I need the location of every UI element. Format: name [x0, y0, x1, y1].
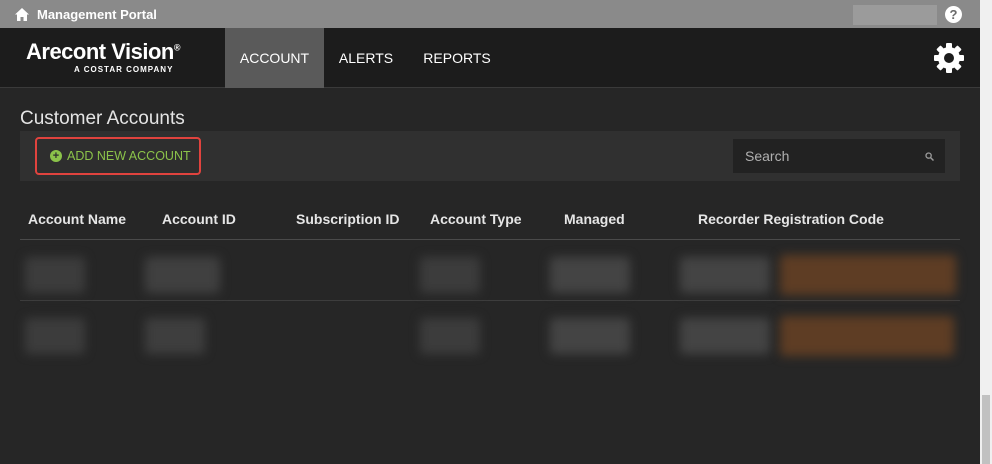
- logo-text: Arecont Vision®: [26, 39, 181, 64]
- add-new-account-label: ADD NEW ACCOUNT: [67, 149, 191, 163]
- redacted-registration-code: [780, 316, 954, 356]
- main-nav: Arecont Vision® A COSTAR COMPANY ACCOUNT…: [0, 28, 980, 88]
- col-account-type[interactable]: Account Type: [430, 211, 522, 227]
- user-name-redacted[interactable]: [853, 5, 937, 25]
- add-new-account-button[interactable]: + ADD NEW ACCOUNT: [35, 137, 201, 175]
- redacted-account-name: [25, 257, 85, 293]
- page-scrollbar[interactable]: [980, 0, 992, 464]
- portal-title: Management Portal: [37, 7, 157, 22]
- home-icon[interactable]: [15, 8, 29, 21]
- table-row[interactable]: [20, 241, 960, 301]
- col-managed[interactable]: Managed: [564, 211, 625, 227]
- redacted-account-id: [145, 257, 220, 293]
- redacted-account-name: [25, 318, 85, 354]
- col-recorder-registration-code[interactable]: Recorder Registration Code: [698, 211, 884, 227]
- search-icon[interactable]: [925, 152, 934, 161]
- redacted-managed: [550, 318, 630, 354]
- redacted-registration-code: [780, 255, 956, 295]
- redacted-code-start: [680, 257, 770, 293]
- page-title: Customer Accounts: [20, 108, 185, 129]
- redacted-account-type: [420, 257, 480, 293]
- search-input[interactable]: [733, 139, 945, 173]
- tab-reports[interactable]: REPORTS: [412, 28, 502, 88]
- gear-icon[interactable]: [933, 42, 965, 74]
- tab-account[interactable]: ACCOUNT: [225, 28, 324, 88]
- col-account-name[interactable]: Account Name: [28, 211, 126, 227]
- col-subscription-id[interactable]: Subscription ID: [296, 211, 399, 227]
- tab-alerts[interactable]: ALERTS: [330, 28, 402, 88]
- redacted-account-id: [145, 318, 205, 354]
- help-icon[interactable]: ?: [945, 6, 962, 23]
- table-header: Account Name Account ID Subscription ID …: [20, 200, 960, 240]
- plus-circle-icon: +: [50, 150, 62, 162]
- portal-bar: Management Portal ?: [0, 0, 980, 28]
- col-account-id[interactable]: Account ID: [162, 211, 236, 227]
- redacted-managed: [550, 257, 630, 293]
- brand-logo: Arecont Vision® A COSTAR COMPANY: [26, 39, 181, 74]
- redacted-account-type: [420, 318, 480, 354]
- logo-subtitle: A COSTAR COMPANY: [74, 65, 174, 74]
- scrollbar-thumb[interactable]: [982, 395, 990, 464]
- redacted-code-start: [680, 318, 770, 354]
- accounts-toolbar: + ADD NEW ACCOUNT: [20, 131, 960, 181]
- table-row[interactable]: [20, 302, 960, 362]
